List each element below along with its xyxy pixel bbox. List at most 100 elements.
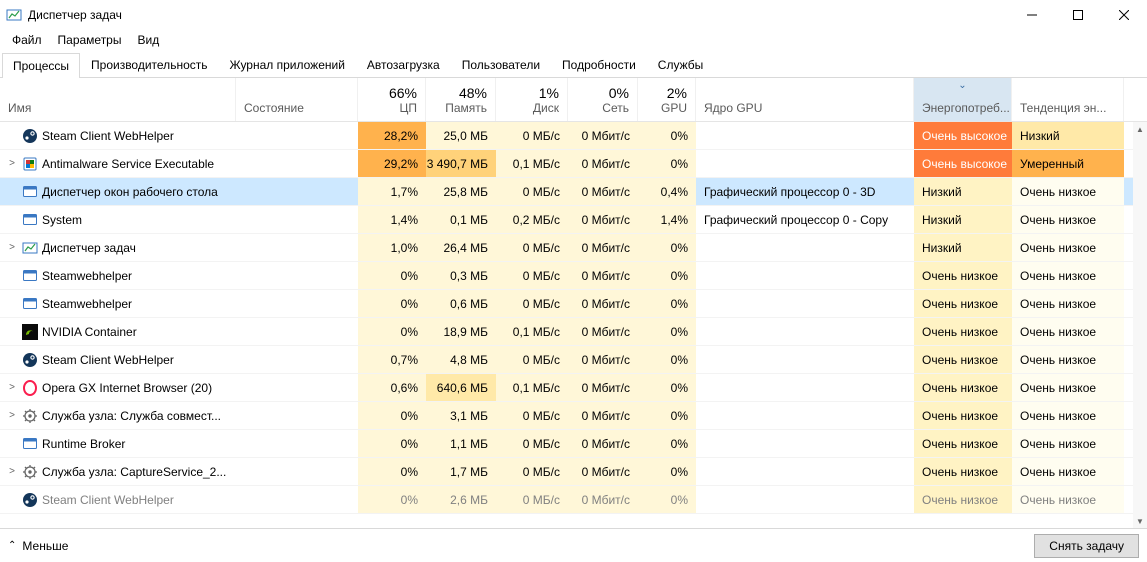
- table-row[interactable]: ˃Служба узла: CaptureService_2...0%1,7 М…: [0, 458, 1147, 486]
- menu-options[interactable]: Параметры: [50, 31, 130, 49]
- memory-cell: 25,0 МБ: [426, 122, 496, 149]
- table-row[interactable]: Steam Client WebHelper0%2,6 МБ0 МБ/с0 Мб…: [0, 486, 1147, 514]
- process-name-cell[interactable]: Steam Client WebHelper: [0, 122, 236, 149]
- memory-cell: 18,9 МБ: [426, 318, 496, 345]
- process-rows: Steam Client WebHelper28,2%25,0 МБ0 МБ/с…: [0, 122, 1147, 514]
- col-memory[interactable]: 48%Память: [426, 78, 496, 121]
- expand-toggle-icon[interactable]: ˃: [6, 242, 18, 253]
- process-name-cell[interactable]: Steamwebhelper: [0, 262, 236, 289]
- minimize-button[interactable]: [1009, 0, 1055, 30]
- gpu-cell: 0%: [638, 402, 696, 429]
- process-name: Steam Client WebHelper: [42, 129, 174, 143]
- energy-trend-cell: Очень низкое: [1012, 318, 1124, 345]
- tab-processes[interactable]: Процессы: [2, 53, 80, 78]
- process-name-cell[interactable]: Диспетчер окон рабочего стола: [0, 178, 236, 205]
- col-disk[interactable]: 1%Диск: [496, 78, 568, 121]
- tab-users[interactable]: Пользователи: [451, 52, 551, 77]
- col-name[interactable]: Имя: [0, 78, 236, 121]
- table-row[interactable]: ˃Antimalware Service Executable29,2%3 49…: [0, 150, 1147, 178]
- table-row[interactable]: Runtime Broker0%1,1 МБ0 МБ/с0 Мбит/с0%Оч…: [0, 430, 1147, 458]
- disk-cell: 0 МБ/с: [496, 402, 568, 429]
- gpu-engine-cell: Графический процессор 0 - Copy: [696, 206, 914, 233]
- process-name-cell[interactable]: Steamwebhelper: [0, 290, 236, 317]
- vertical-scrollbar[interactable]: ▲ ▼: [1133, 122, 1147, 528]
- process-name-cell[interactable]: System: [0, 206, 236, 233]
- network-cell: 0 Мбит/с: [568, 486, 638, 513]
- cpu-cell: 1,4%: [358, 206, 426, 233]
- process-name-cell[interactable]: ˃Диспетчер задач: [0, 234, 236, 261]
- table-row[interactable]: NVIDIA Container0%18,9 МБ0,1 МБ/с0 Мбит/…: [0, 318, 1147, 346]
- gpu-cell: 0%: [638, 290, 696, 317]
- process-name-cell[interactable]: ˃ Antimalware Service Executable: [0, 150, 236, 177]
- tab-details[interactable]: Подробности: [551, 52, 647, 77]
- energy-cell: Очень низкое: [914, 486, 1012, 513]
- process-name-cell[interactable]: Steam Client WebHelper: [0, 486, 236, 513]
- tab-performance[interactable]: Производительность: [80, 52, 218, 77]
- gpu-engine-cell: [696, 290, 914, 317]
- disk-cell: 0 МБ/с: [496, 122, 568, 149]
- process-name-cell[interactable]: ˃ Opera GX Internet Browser (20): [0, 374, 236, 401]
- col-network[interactable]: 0%Сеть: [568, 78, 638, 121]
- collapse-chevron-icon[interactable]: ⌃: [8, 540, 16, 551]
- menu-file[interactable]: Файл: [4, 31, 50, 49]
- process-name: Служба узла: Служба совмест...: [42, 409, 221, 423]
- process-name-cell[interactable]: ˃Служба узла: CaptureService_2...: [0, 458, 236, 485]
- col-energy-trend[interactable]: Тенденция эн...: [1012, 78, 1124, 121]
- table-row[interactable]: ˃Служба узла: Служба совмест...0%3,1 МБ0…: [0, 402, 1147, 430]
- energy-trend-cell: Очень низкое: [1012, 234, 1124, 261]
- energy-trend-cell: Низкий: [1012, 122, 1124, 149]
- maximize-button[interactable]: [1055, 0, 1101, 30]
- memory-cell: 4,8 МБ: [426, 346, 496, 373]
- expand-toggle-icon[interactable]: ˃: [6, 410, 18, 421]
- table-row[interactable]: Steamwebhelper0%0,6 МБ0 МБ/с0 Мбит/с0%Оч…: [0, 290, 1147, 318]
- disk-cell: 0 МБ/с: [496, 178, 568, 205]
- table-row[interactable]: ˃Диспетчер задач1,0%26,4 МБ0 МБ/с0 Мбит/…: [0, 234, 1147, 262]
- col-energy[interactable]: ⌄Энергопотреб...: [914, 78, 1012, 121]
- expand-toggle-icon[interactable]: ˃: [6, 382, 18, 393]
- energy-trend-cell: Очень низкое: [1012, 346, 1124, 373]
- col-gpu[interactable]: 2%GPU: [638, 78, 696, 121]
- end-task-button[interactable]: Снять задачу: [1034, 534, 1139, 558]
- scroll-up-button[interactable]: ▲: [1133, 122, 1147, 136]
- col-status[interactable]: Состояние: [236, 78, 358, 121]
- tab-startup[interactable]: Автозагрузка: [356, 52, 451, 77]
- status-cell: [236, 318, 358, 345]
- scroll-down-button[interactable]: ▼: [1133, 514, 1147, 528]
- status-cell: [236, 122, 358, 149]
- process-name-cell[interactable]: ˃ Служба узла: Служба совмест...: [0, 402, 236, 429]
- tab-apphistory[interactable]: Журнал приложений: [219, 52, 356, 77]
- steam-icon: [22, 352, 38, 368]
- svc-icon: [22, 408, 38, 424]
- disk-cell: 0,1 МБ/с: [496, 150, 568, 177]
- process-name: Opera GX Internet Browser (20): [42, 381, 212, 395]
- network-cell: 0 Мбит/с: [568, 122, 638, 149]
- table-row[interactable]: Steamwebhelper0%0,3 МБ0 МБ/с0 Мбит/с0%Оч…: [0, 262, 1147, 290]
- cpu-cell: 29,2%: [358, 150, 426, 177]
- table-row[interactable]: Диспетчер окон рабочего стола1,7%25,8 МБ…: [0, 178, 1147, 206]
- memory-cell: 26,4 МБ: [426, 234, 496, 261]
- memory-cell: 25,8 МБ: [426, 178, 496, 205]
- table-row[interactable]: Steam Client WebHelper0,7%4,8 МБ0 МБ/с0 …: [0, 346, 1147, 374]
- close-button[interactable]: [1101, 0, 1147, 30]
- status-cell: [236, 374, 358, 401]
- menu-view[interactable]: Вид: [129, 31, 167, 49]
- tabbar: Процессы Производительность Журнал прило…: [0, 50, 1147, 78]
- process-name-cell[interactable]: Runtime Broker: [0, 430, 236, 457]
- column-headers: Имя Состояние 66%ЦП 48%Память 1%Диск 0%С…: [0, 78, 1147, 122]
- table-row[interactable]: ˃Opera GX Internet Browser (20)0,6%640,6…: [0, 374, 1147, 402]
- fewer-details-link[interactable]: Меньше: [22, 539, 68, 553]
- process-name: Antimalware Service Executable: [42, 157, 214, 171]
- col-gpu-engine[interactable]: Ядро GPU: [696, 78, 914, 121]
- tab-services[interactable]: Службы: [647, 52, 714, 77]
- col-cpu[interactable]: 66%ЦП: [358, 78, 426, 121]
- table-row[interactable]: System1,4%0,1 МБ0,2 МБ/с0 Мбит/с1,4%Граф…: [0, 206, 1147, 234]
- table-row[interactable]: Steam Client WebHelper28,2%25,0 МБ0 МБ/с…: [0, 122, 1147, 150]
- expand-toggle-icon[interactable]: ˃: [6, 466, 18, 477]
- disk-cell: 0 МБ/с: [496, 234, 568, 261]
- process-table: Имя Состояние 66%ЦП 48%Память 1%Диск 0%С…: [0, 78, 1147, 528]
- titlebar: Диспетчер задач: [0, 0, 1147, 30]
- expand-toggle-icon[interactable]: ˃: [6, 158, 18, 169]
- process-name-cell[interactable]: Steam Client WebHelper: [0, 346, 236, 373]
- process-name-cell[interactable]: NVIDIA Container: [0, 318, 236, 345]
- cpu-cell: 0%: [358, 402, 426, 429]
